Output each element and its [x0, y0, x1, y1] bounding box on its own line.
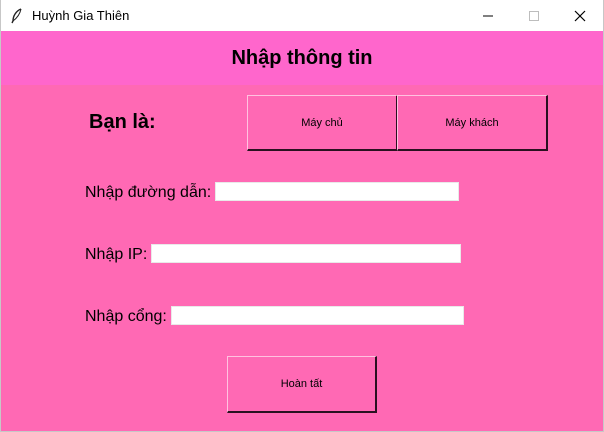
server-button[interactable]: Máy chủ [247, 95, 398, 151]
path-input[interactable] [215, 182, 459, 201]
maximize-icon[interactable] [511, 0, 557, 31]
window-controls [465, 0, 603, 31]
title-bar[interactable]: Huỳnh Gia Thiên [1, 0, 603, 31]
port-input[interactable] [171, 306, 464, 325]
page-title: Nhập thông tin [231, 46, 373, 69]
app-window: Huỳnh Gia Thiên Nhập thông tin Bạn là: M… [0, 0, 604, 432]
header-banner: Nhập thông tin [1, 31, 603, 85]
path-label: Nhập đường dẫn: [85, 184, 212, 201]
ip-label: Nhập IP: [85, 246, 148, 263]
ip-input[interactable] [151, 244, 461, 263]
window-title: Huỳnh Gia Thiên [32, 8, 130, 23]
close-icon[interactable] [557, 0, 603, 31]
feather-icon [11, 7, 22, 23]
minimize-icon[interactable] [465, 0, 511, 31]
done-button[interactable]: Hoàn tất [227, 356, 377, 413]
role-label: Bạn là: [89, 111, 156, 133]
port-label: Nhập cổng: [85, 308, 167, 325]
client-button[interactable]: Máy khách [397, 95, 548, 151]
